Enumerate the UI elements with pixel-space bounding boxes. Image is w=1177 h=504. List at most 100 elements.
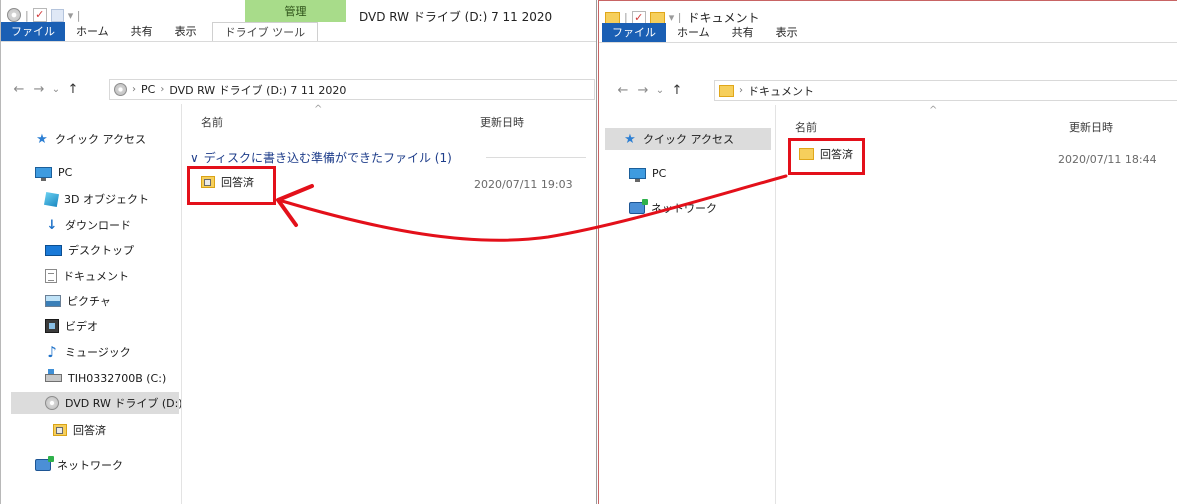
disc-icon: [114, 83, 127, 96]
nav-item-pc[interactable]: PC: [35, 161, 72, 183]
tab-share[interactable]: 共有: [120, 22, 164, 41]
folder-icon: [719, 84, 734, 97]
up-arrow-icon[interactable]: ↑: [667, 83, 687, 98]
separator-icon: |: [25, 8, 29, 22]
right-ribbon-tabs: ファイル ホーム 共有 表示: [599, 23, 1177, 43]
nav-item-network[interactable]: ネットワーク: [35, 454, 123, 476]
nav-label: 回答済: [73, 424, 106, 437]
nav-label: ネットワーク: [57, 459, 123, 472]
left-quick-access-toolbar: | ✓ ▾ |: [7, 8, 80, 22]
tab-drive-tools[interactable]: ドライブ ツール: [211, 22, 319, 41]
tab-share[interactable]: 共有: [721, 23, 765, 42]
nav-label: TIH0332700B (C:): [68, 371, 167, 385]
star-icon: ★: [624, 131, 636, 147]
recent-locations-chevron-icon[interactable]: ⌄: [49, 84, 63, 95]
address-bar[interactable]: › PC › DVD RW ドライブ (D:) 7 11 2020: [109, 79, 595, 100]
column-header-modified[interactable]: 更新日時: [480, 114, 524, 130]
right-navigation-bar: ← → ⌄ ↑ › ドキュメント: [599, 77, 1177, 103]
sort-caret-icon: ^: [314, 104, 323, 115]
highlight-box: [187, 166, 276, 205]
tab-home[interactable]: ホーム: [666, 23, 721, 42]
nav-item-desktop[interactable]: デスクトップ: [45, 239, 134, 261]
pending-folder-icon: [53, 424, 67, 436]
left-navigation-bar: ← → ⌄ ↑ › PC › DVD RW ドライブ (D:) 7 11 202…: [1, 76, 596, 102]
tab-home[interactable]: ホーム: [65, 22, 120, 41]
download-icon: ↓: [46, 217, 58, 233]
nav-item-answered-folder[interactable]: 回答済: [53, 419, 106, 441]
address-bar[interactable]: › ドキュメント: [714, 80, 1177, 101]
group-divider: [486, 157, 586, 158]
nav-item-videos[interactable]: ビデオ: [45, 315, 98, 337]
group-header[interactable]: ∨ ディスクに書き込む準備ができたファイル (1): [190, 149, 452, 166]
nav-label: デスクトップ: [68, 244, 134, 257]
pc-icon: [35, 166, 52, 181]
chevron-right-icon[interactable]: ›: [132, 84, 136, 95]
back-arrow-icon[interactable]: ←: [613, 83, 633, 98]
nav-item-3d-objects[interactable]: 3D オブジェクト: [43, 188, 149, 210]
nav-label: DVD RW ドライブ (D:): [65, 397, 183, 410]
left-ribbon-tabs: ファイル ホーム 共有 表示 ドライブ ツール: [1, 22, 596, 42]
tab-view[interactable]: 表示: [765, 23, 809, 42]
tab-file[interactable]: ファイル: [1, 22, 65, 41]
up-arrow-icon[interactable]: ↑: [63, 82, 83, 97]
nav-item-c-drive[interactable]: TIH0332700B (C:): [45, 367, 166, 389]
nav-item-quick-access[interactable]: ★ クイック アクセス: [605, 128, 771, 150]
breadcrumb-dvd-drive[interactable]: DVD RW ドライブ (D:) 7 11 2020: [169, 82, 346, 98]
nav-item-downloads[interactable]: ↓ ダウンロード: [45, 214, 131, 236]
drive-icon: [45, 369, 62, 382]
nav-item-dvd-drive[interactable]: DVD RW ドライブ (D:): [11, 392, 183, 414]
tab-file[interactable]: ファイル: [602, 23, 666, 42]
nav-item-pictures[interactable]: ピクチャ: [45, 290, 111, 312]
column-header-modified[interactable]: 更新日時: [1069, 119, 1113, 135]
left-navigation-pane: ★ クイック アクセス PC 3D オブジェクト ↓ ダウンロード デスクトップ ド…: [1, 104, 183, 504]
back-arrow-icon[interactable]: ←: [9, 82, 29, 97]
new-folder-icon[interactable]: [649, 11, 665, 24]
file-modified-date: 2020/07/11 18:44: [1058, 153, 1157, 166]
nav-item-documents[interactable]: ドキュメント: [45, 265, 129, 287]
tab-view[interactable]: 表示: [164, 22, 208, 41]
chevron-down-icon[interactable]: ∨: [190, 151, 199, 165]
column-header-name[interactable]: 名前: [201, 114, 223, 130]
nav-label: PC: [58, 165, 73, 179]
nav-item-network[interactable]: ネットワーク: [629, 197, 717, 219]
right-explorer-window: | ✓ ▾ | ドキュメント ファイル ホーム 共有 表示 ← → ⌄ ↑ › …: [598, 0, 1177, 504]
recent-locations-chevron-icon[interactable]: ⌄: [653, 85, 667, 96]
breadcrumb-documents[interactable]: ドキュメント: [748, 83, 814, 99]
breadcrumb-pc[interactable]: PC: [141, 83, 155, 96]
network-icon: [629, 199, 648, 214]
pictures-icon: [45, 295, 61, 307]
nav-label: ビデオ: [65, 320, 98, 333]
disc-icon: [45, 396, 59, 410]
nav-label: PC: [652, 166, 667, 180]
forward-arrow-icon[interactable]: →: [29, 82, 49, 97]
right-navigation-pane: ★ クイック アクセス PC ネットワーク: [599, 105, 773, 504]
customize-icon[interactable]: ▾ |: [68, 9, 81, 22]
properties-icon[interactable]: ✓: [32, 8, 47, 22]
forward-arrow-icon[interactable]: →: [633, 83, 653, 98]
nav-label: ミュージック: [65, 346, 131, 359]
nav-item-quick-access[interactable]: ★ クイック アクセス: [35, 128, 146, 150]
column-header-name[interactable]: 名前: [795, 119, 817, 135]
sort-caret-icon: ^: [929, 105, 938, 116]
3d-objects-icon: [43, 191, 60, 207]
music-icon: ♪: [47, 343, 57, 361]
nav-item-music[interactable]: ♪ ミュージック: [45, 341, 131, 363]
videos-icon: [45, 319, 59, 333]
left-explorer-window: | ✓ ▾ | 管理 DVD RW ドライブ (D:) 7 11 2020 ファ…: [0, 0, 597, 504]
chevron-right-icon[interactable]: ›: [160, 84, 164, 95]
nav-label: ドキュメント: [63, 270, 129, 283]
nav-label: ダウンロード: [65, 219, 131, 232]
pane-splitter[interactable]: [181, 104, 182, 504]
nav-item-pc[interactable]: PC: [629, 162, 666, 184]
chevron-right-icon[interactable]: ›: [739, 85, 743, 96]
pc-icon: [629, 167, 646, 182]
documents-icon: [45, 269, 57, 283]
nav-label: クイック アクセス: [55, 133, 146, 146]
new-folder-icon[interactable]: [50, 8, 64, 22]
pane-splitter[interactable]: [775, 105, 776, 504]
folder-icon: [605, 11, 620, 24]
nav-label: ネットワーク: [651, 202, 717, 215]
disc-icon: [7, 8, 21, 22]
group-label: ディスクに書き込む準備ができたファイル (1): [203, 151, 452, 165]
highlight-box: [788, 138, 865, 175]
